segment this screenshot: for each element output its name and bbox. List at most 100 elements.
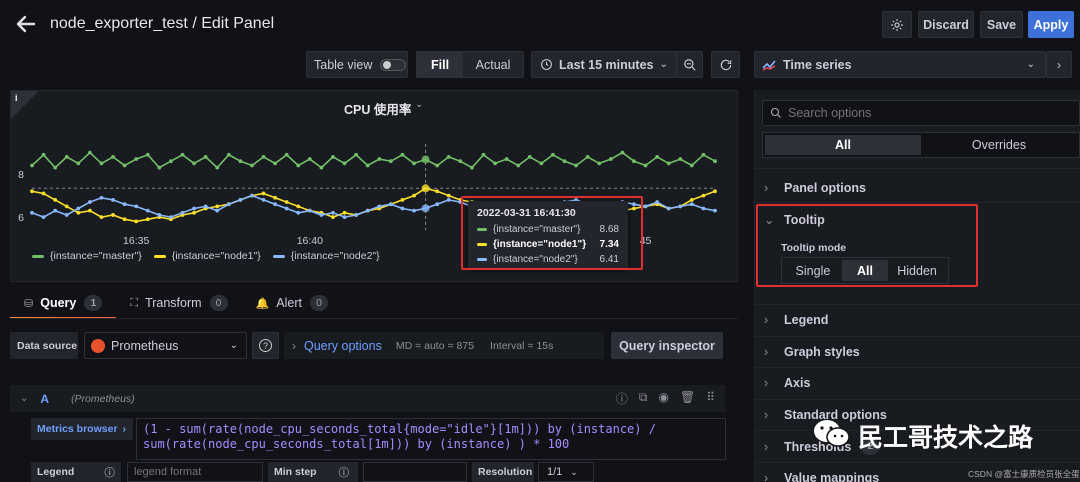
table-view-toggle[interactable]: Table view (306, 51, 408, 78)
trash-icon[interactable]: 🗑 (680, 390, 695, 407)
data-point (157, 213, 162, 217)
query-options-bar[interactable]: › Query options MD = auto = 875 Interval… (284, 332, 604, 359)
legend-swatch (153, 254, 166, 258)
section-panel-options[interactable]: › Panel options (764, 181, 866, 195)
data-point (655, 155, 660, 159)
data-point (157, 165, 162, 170)
section-graph-styles[interactable]: › Graph styles (754, 335, 1080, 368)
section-legend[interactable]: › Legend (754, 304, 1080, 336)
search-options-input[interactable] (788, 106, 1038, 120)
data-point (689, 202, 694, 207)
data-point (53, 165, 58, 170)
tab-alert[interactable]: 🔔 Alert 0 (242, 288, 342, 318)
query-row-header[interactable]: ⌄ A (Prometheus) ⓘ ⧉ ◉ 🗑 ⠿ (10, 385, 725, 412)
data-point (30, 163, 34, 168)
data-point (666, 206, 671, 211)
chevron-down-icon: ⌄ (415, 99, 423, 109)
data-point (41, 215, 46, 219)
page-title: node_exporter_test / Edit Panel (50, 15, 275, 32)
query-letter[interactable]: A (40, 392, 49, 406)
data-point (111, 155, 115, 159)
legend-swatch (32, 254, 44, 258)
actual-toggle[interactable]: Actual (463, 52, 523, 77)
data-point (608, 157, 613, 161)
tab-transform[interactable]: ⛶ Transform 0 (116, 288, 241, 318)
duplicate-icon[interactable]: ⧉ (639, 390, 648, 407)
data-point (701, 193, 706, 198)
options-divider (754, 202, 1080, 203)
min-step-label: Min step ⓘ (268, 462, 358, 482)
y-tick-label: 6 (18, 212, 24, 224)
visualization-picker[interactable]: Time series ⌄ (754, 51, 1046, 78)
chevron-down-icon[interactable]: ⌄ (20, 393, 28, 404)
chevron-right-icon: › (764, 181, 769, 195)
y-tick-label: 8 (18, 169, 24, 181)
refresh-button[interactable] (711, 51, 740, 78)
database-icon: ⛁ (24, 297, 34, 310)
tab-query[interactable]: ⛁ Query 1 (10, 288, 117, 319)
eye-icon[interactable]: ◉ (658, 390, 668, 407)
data-point (226, 152, 231, 157)
data-point (562, 159, 567, 164)
bell-icon: 🔔 (255, 297, 270, 310)
data-point (643, 204, 648, 209)
help-button[interactable]: ? (252, 332, 279, 359)
data-point (400, 198, 405, 202)
data-point (273, 195, 278, 200)
info-icon: ⓘ (338, 466, 350, 479)
tab-overrides[interactable]: Overrides (921, 135, 1077, 155)
data-point (666, 161, 671, 166)
tab-all[interactable]: All (765, 135, 921, 155)
zoom-out-button[interactable] (676, 51, 703, 78)
data-point (388, 202, 393, 207)
data-point (134, 219, 139, 224)
data-point (145, 152, 150, 157)
min-step-input[interactable] (363, 462, 467, 482)
time-range-picker[interactable]: Last 15 minutes ⌄ (531, 51, 677, 78)
query-expression-editor[interactable]: (1 - sum(rate(node_cpu_seconds_total{mod… (136, 418, 726, 460)
data-point (145, 217, 150, 222)
watermark-credit: CSDN @富士康质检员张全蛋 (968, 469, 1080, 479)
back-arrow-icon[interactable] (14, 12, 38, 36)
data-point (169, 159, 173, 164)
data-point (354, 152, 359, 157)
legend-format-input[interactable] (127, 462, 263, 482)
section-label: Graph styles (784, 344, 860, 359)
fill-toggle[interactable]: Fill (417, 52, 464, 77)
data-point (435, 189, 440, 194)
metrics-browser-button[interactable]: Metrics browser › (31, 418, 133, 440)
collapse-options-button[interactable]: › (1046, 51, 1072, 78)
data-point (41, 152, 46, 157)
data-point (238, 198, 243, 202)
section-axis[interactable]: › Axis (754, 367, 1080, 399)
help-icon[interactable]: ⓘ (616, 390, 628, 407)
legend-item[interactable]: {instance="master"} (32, 250, 142, 262)
settings-gear-button[interactable] (882, 11, 912, 38)
data-point (377, 157, 382, 161)
data-point (388, 159, 393, 164)
search-options-field[interactable] (762, 100, 1080, 126)
legend-option-label: Legend ⓘ (31, 462, 121, 482)
toggle-switch[interactable] (380, 58, 407, 71)
data-point (701, 206, 706, 211)
data-source-select[interactable]: Prometheus ⌄ (84, 332, 247, 359)
discard-button[interactable]: Discard (918, 11, 974, 38)
legend-item[interactable]: {instance="node1"} (153, 250, 261, 262)
query-options-label[interactable]: Query options (304, 339, 382, 353)
tab-label: Query (40, 296, 77, 310)
data-point (261, 198, 266, 202)
data-point (412, 161, 416, 166)
data-point (41, 191, 46, 196)
legend-item[interactable]: {instance="node2"} (272, 250, 380, 262)
data-point (504, 157, 509, 161)
data-point (134, 157, 139, 161)
resolution-select[interactable]: 1/1 ⌄ (538, 462, 594, 482)
drag-handle-icon[interactable]: ⠿ (706, 390, 715, 407)
legend-swatch (272, 254, 285, 258)
panel-title[interactable]: CPU 使用率 ⌄ (344, 99, 423, 118)
chevron-down-icon: ⌄ (229, 340, 238, 351)
data-point (412, 193, 416, 198)
apply-button[interactable]: Apply (1028, 11, 1074, 38)
query-inspector-button[interactable]: Query inspector (611, 332, 723, 359)
save-button[interactable]: Save (980, 11, 1023, 38)
